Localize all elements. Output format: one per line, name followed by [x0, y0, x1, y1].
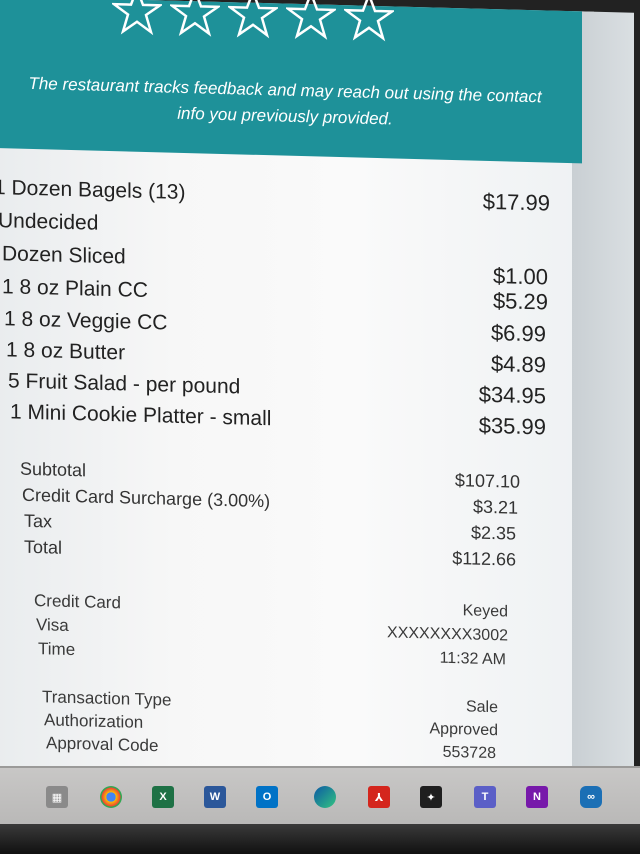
subtotal-label: Subtotal: [20, 458, 87, 481]
star-icon[interactable]: [344, 0, 394, 42]
item-name: Undecided: [0, 209, 99, 235]
time-label: Time: [38, 639, 76, 660]
receipt-page: The restaurant tracks feedback and may r…: [0, 0, 634, 783]
item-price: $35.99: [478, 412, 546, 440]
tax-value: $2.35: [470, 522, 516, 544]
chrome-icon[interactable]: [100, 786, 122, 808]
time-value: 11:32 AM: [439, 649, 506, 669]
tax-label: Tax: [24, 510, 53, 532]
list-item: Undecided: [0, 209, 550, 247]
edge-icon[interactable]: [314, 786, 336, 808]
authorization-label: Authorization: [44, 710, 144, 732]
feedback-banner: The restaurant tracks feedback and may r…: [0, 0, 582, 164]
item-name: 1 Mini Cookie Platter - small: [10, 400, 272, 431]
item-price: $17.99: [482, 188, 550, 216]
rating-stars[interactable]: [112, 0, 394, 42]
snip-icon[interactable]: ✦: [420, 786, 442, 808]
acrobat-icon[interactable]: ⅄: [368, 786, 390, 808]
star-icon[interactable]: [286, 0, 336, 41]
item-name: 5 Fruit Salad - per pound: [8, 369, 241, 399]
teams-icon[interactable]: T: [474, 786, 496, 808]
item-price: $4.89: [490, 351, 546, 378]
item-name: 1 Dozen Bagels (13): [0, 176, 186, 205]
star-icon[interactable]: [170, 0, 220, 38]
app-icon[interactable]: ∞: [580, 786, 602, 808]
card-label: Visa: [36, 615, 69, 635]
approval-code-value: 553728: [442, 743, 496, 763]
surcharge-label: Credit Card Surcharge (3.00%): [22, 484, 271, 512]
star-icon[interactable]: [112, 0, 162, 36]
subtotal-value: $107.10: [454, 470, 520, 492]
word-icon[interactable]: W: [204, 786, 226, 808]
feedback-notice: The restaurant tracks feedback and may r…: [0, 70, 580, 137]
item-price: $6.99: [490, 320, 546, 347]
item-name: 1 8 oz Plain CC: [2, 275, 148, 303]
item-price: $5.29: [492, 288, 548, 315]
authorization-value: Approved: [429, 720, 499, 740]
calculator-icon[interactable]: ▦: [46, 786, 68, 808]
monitor-bezel: [0, 824, 640, 854]
transaction-type-label: Transaction Type: [42, 687, 172, 710]
item-price: $34.95: [478, 381, 546, 409]
transaction-type-value: Sale: [465, 698, 498, 717]
onenote-icon[interactable]: N: [526, 786, 548, 808]
excel-icon[interactable]: X: [152, 786, 174, 808]
approval-code-label: Approval Code: [46, 733, 159, 756]
surcharge-value: $3.21: [472, 496, 518, 518]
payment-method-label: Credit Card: [34, 591, 121, 613]
item-name: Dozen Sliced: [2, 242, 126, 269]
item-price: $1.00: [492, 263, 548, 290]
outlook-icon[interactable]: O: [256, 786, 278, 808]
photo-of-screen: The restaurant tracks feedback and may r…: [0, 0, 640, 854]
star-icon[interactable]: [228, 0, 278, 39]
item-name: 1 8 oz Butter: [6, 338, 126, 365]
total-value: $112.66: [452, 548, 516, 570]
payment-method-value: Keyed: [462, 602, 508, 621]
card-number: XXXXXXXX3002: [387, 624, 508, 645]
item-name: 1 8 oz Veggie CC: [4, 307, 168, 335]
total-label: Total: [24, 536, 63, 558]
